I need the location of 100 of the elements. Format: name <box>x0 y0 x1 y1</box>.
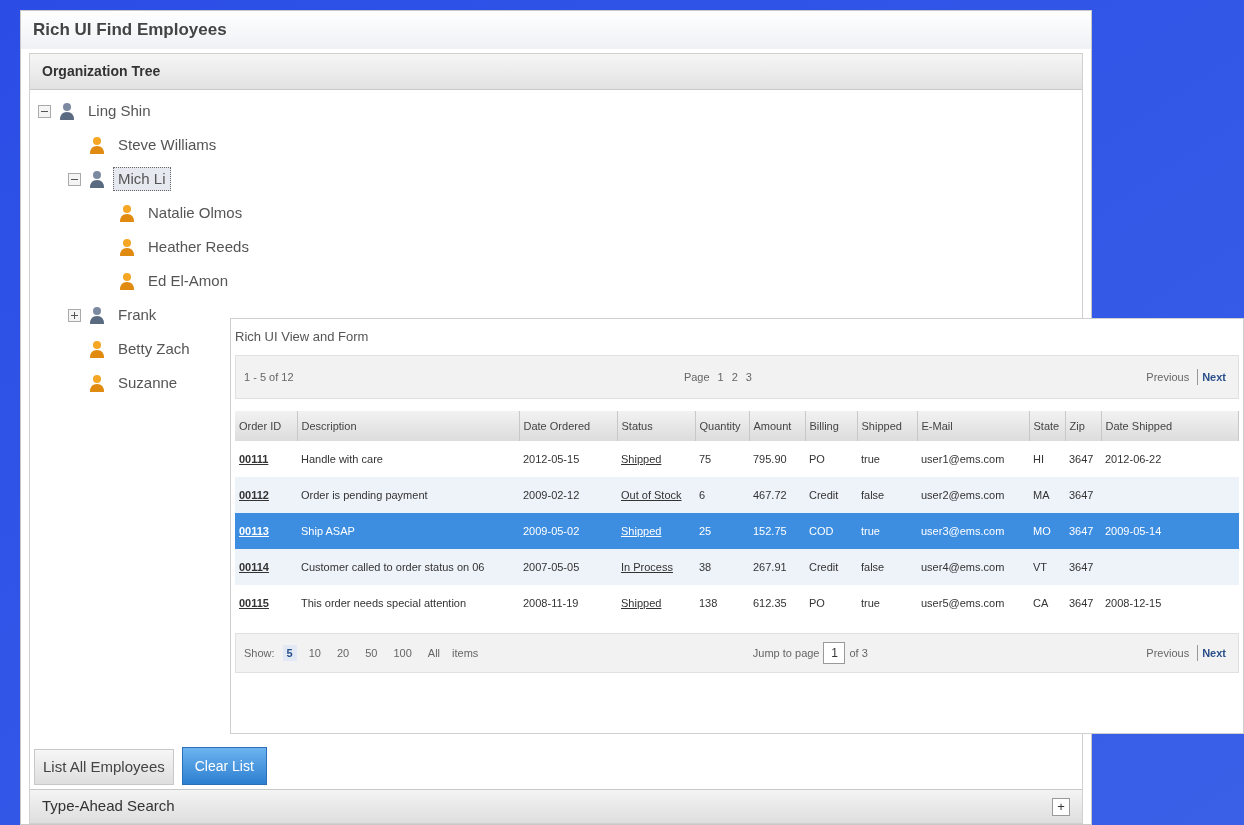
tree-item[interactable]: Natalie Olmos <box>143 200 248 226</box>
table-cell: 38 <box>699 560 712 573</box>
order-link[interactable]: 00111 <box>239 452 269 465</box>
person-icon <box>119 272 135 290</box>
expand-button[interactable]: + <box>1052 797 1070 816</box>
table-cell: This order needs special attention <box>301 596 467 609</box>
pager-range: 1 - 5 of 12 <box>244 369 294 385</box>
tree-item[interactable]: Steve Williams <box>113 132 222 158</box>
expand-toggle[interactable] <box>68 308 81 322</box>
table-cell: user5@ems.com <box>921 596 1005 609</box>
table-cell: 3647 <box>1069 560 1094 573</box>
table-cell: 612.35 <box>753 596 787 609</box>
table-cell: Credit <box>809 560 839 573</box>
table-cell: Shipped <box>621 524 662 537</box>
table-cell: 3647 <box>1069 488 1094 501</box>
tree-item[interactable]: Heather Reeds <box>143 234 254 260</box>
table-row[interactable]: 00114 Customer called to order status on 06 2007-05-05 In Process 38 267.91 Credit false user4@ems.com VT 3647 <box>235 549 1239 585</box>
page-size-option[interactable]: 10 <box>304 644 325 662</box>
order-link[interactable]: 00114 <box>239 560 269 573</box>
table-cell: 2008-12-15 <box>1105 596 1162 609</box>
tree-item[interactable]: Ling Shin <box>83 98 156 124</box>
panel-title: Organization Tree <box>42 62 161 81</box>
table-cell: Handle with care <box>301 452 383 465</box>
person-icon <box>119 238 135 256</box>
table-cell: 138 <box>699 596 718 609</box>
page-size-option[interactable]: 20 <box>332 644 354 662</box>
tree-item[interactable]: Mich Li <box>113 166 171 192</box>
table-cell: Credit <box>809 488 839 501</box>
person-icon <box>89 374 105 392</box>
page-link[interactable]: 2 <box>731 368 738 386</box>
page-label: Page <box>683 369 710 385</box>
table-cell: CA <box>1033 596 1049 609</box>
table-cell: 75 <box>699 452 712 465</box>
button[interactable]: List All Employees <box>34 749 174 785</box>
window-title: Rich UI View and Form <box>235 328 369 347</box>
table-cell: PO <box>809 596 825 609</box>
person-icon <box>59 102 75 120</box>
table-cell: user1@ems.com <box>921 452 1005 465</box>
previous-link[interactable]: Previous <box>1142 644 1194 662</box>
jump-label: Jump to page <box>752 645 820 661</box>
page-size-option[interactable]: 100 <box>389 644 416 662</box>
order-link[interactable]: 00112 <box>239 488 269 501</box>
previous-link[interactable]: Previous <box>1142 368 1194 386</box>
table-cell: true <box>861 452 880 465</box>
show-label: Show: <box>244 645 275 661</box>
table-cell: HI <box>1033 452 1044 465</box>
page-total: of 3 <box>849 645 868 661</box>
person-icon <box>89 340 105 358</box>
person-icon <box>89 170 105 188</box>
table-cell: Shipped <box>621 596 662 609</box>
collapse-toggle[interactable] <box>38 104 51 118</box>
table-cell: user4@ems.com <box>921 560 1005 573</box>
table-cell: true <box>861 524 880 537</box>
page-size-option[interactable]: All <box>423 644 445 662</box>
page-size-option[interactable]: 5 <box>282 644 297 662</box>
table-cell: MA <box>1033 488 1050 501</box>
tree-item[interactable]: Ed El-Amon <box>143 268 234 294</box>
person-icon <box>89 306 105 324</box>
table-row[interactable]: 00111 Handle with care 2012-05-15 Shipped 75 795.90 PO true user1@ems.com HI 3647 2012-06-22 <box>235 441 1239 477</box>
table-cell: 2009-02-12 <box>523 488 580 501</box>
table-cell: false <box>861 488 885 501</box>
next-link[interactable]: Next <box>1197 368 1230 386</box>
table-cell: 795.90 <box>753 452 787 465</box>
panel-title: Type-Ahead Search <box>42 796 175 817</box>
person-icon <box>119 204 135 222</box>
table-cell: Customer called to order status on 06 <box>301 560 485 573</box>
page-link[interactable]: 3 <box>745 368 752 386</box>
table-cell: 3647 <box>1069 596 1094 609</box>
table-cell: 3647 <box>1069 452 1094 465</box>
table-cell: 3647 <box>1069 524 1094 537</box>
table-cell: PO <box>809 452 825 465</box>
table-cell: 2008-11-19 <box>523 596 579 609</box>
table-cell: In Process <box>621 560 673 573</box>
order-link[interactable]: 00115 <box>239 596 269 609</box>
person-icon <box>89 136 105 154</box>
next-link[interactable]: Next <box>1197 644 1230 662</box>
page-size-option[interactable]: 50 <box>361 644 382 662</box>
page-input[interactable]: 1 <box>823 642 846 664</box>
window-title: Rich UI Find Employees <box>33 19 227 42</box>
table-cell: 152.75 <box>753 524 787 537</box>
tree-item[interactable]: Suzanne <box>113 370 183 396</box>
table-cell: 2007-05-05 <box>523 560 580 573</box>
table-cell: COD <box>809 524 834 537</box>
table-cell: Ship ASAP <box>301 524 355 537</box>
table-cell: MO <box>1033 524 1051 537</box>
table-cell: user2@ems.com <box>921 488 1005 501</box>
items-label: items <box>452 645 479 661</box>
table-cell: VT <box>1033 560 1048 573</box>
table-cell: false <box>861 560 885 573</box>
table-cell: user3@ems.com <box>921 524 1005 537</box>
tree-item[interactable]: Frank <box>113 302 162 328</box>
table-cell: 2009-05-14 <box>1105 524 1162 537</box>
page-link[interactable]: 1 <box>717 368 724 386</box>
tree-item[interactable]: Betty Zach <box>113 336 195 362</box>
table-cell: 25 <box>699 524 712 537</box>
table-cell: Out of Stock <box>621 488 682 501</box>
table-row[interactable]: 00112 Order is pending payment 2009-02-12 Out of Stock 6 467.72 Credit false user2@ems.com MA 3647 <box>235 477 1239 513</box>
table-cell: Shipped <box>621 452 662 465</box>
collapse-toggle[interactable] <box>68 172 81 186</box>
table-cell: 2012-06-22 <box>1105 452 1162 465</box>
